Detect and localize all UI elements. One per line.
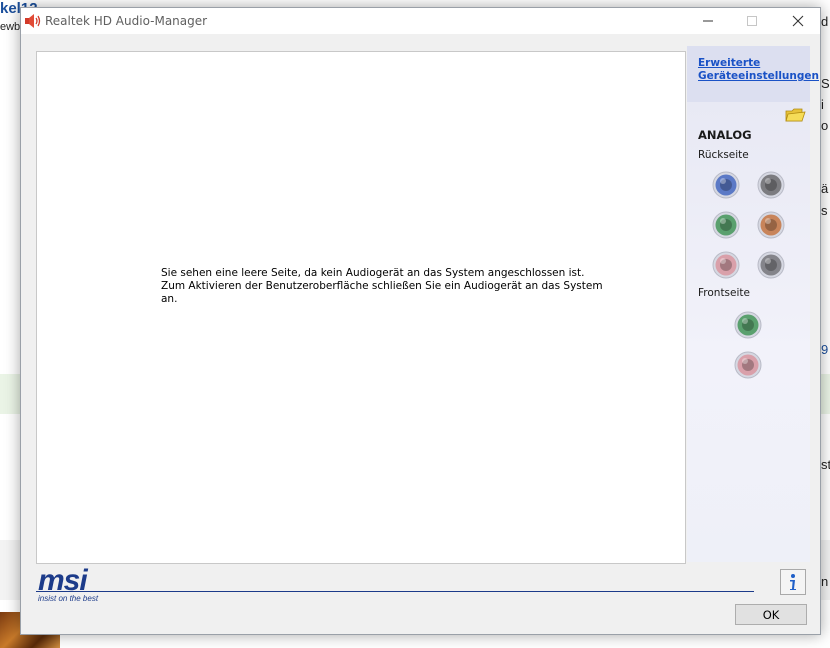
back-audio-jack[interactable] — [712, 171, 740, 199]
close-button[interactable] — [775, 8, 821, 34]
advanced-link-line1: Erweiterte — [698, 57, 761, 69]
back-panel-label: Rückseite — [698, 149, 749, 161]
back-audio-jack[interactable] — [712, 211, 740, 239]
no-device-message: Sie sehen eine leere Seite, da kein Audi… — [161, 267, 603, 306]
title-bar[interactable]: Realtek HD Audio-Manager — [21, 8, 820, 34]
minimize-button[interactable] — [685, 8, 731, 34]
bg-fragment: i — [821, 97, 824, 112]
close-icon — [792, 15, 804, 27]
front-audio-jack[interactable] — [734, 311, 762, 339]
bg-fragment: d — [821, 14, 829, 29]
speaker-icon — [25, 14, 41, 28]
message-line: an. — [161, 293, 178, 305]
front-panel-label: Frontseite — [698, 287, 750, 299]
device-content-panel: Sie sehen eine leere Seite, da kein Audi… — [36, 51, 686, 564]
audio-manager-window: Realtek HD Audio-Manager Sie sehen eine … — [20, 7, 821, 635]
info-icon — [790, 574, 796, 590]
bg-fragment: st — [821, 457, 830, 472]
msi-logo: msi insist on the best — [38, 564, 99, 603]
advanced-device-settings-link[interactable]: Erweiterte Geräteeinstellungen — [698, 57, 819, 83]
back-audio-jack[interactable] — [757, 251, 785, 279]
bg-fragment: S — [821, 76, 830, 91]
message-line: Sie sehen eine leere Seite, da kein Audi… — [161, 267, 585, 279]
bg-fragment: n — [821, 574, 829, 589]
svg-text:insist on the best: insist on the best — [38, 594, 99, 603]
folder-icon[interactable] — [784, 106, 806, 124]
back-audio-jack[interactable] — [757, 211, 785, 239]
bg-fragment: s a — [821, 203, 830, 218]
ok-button[interactable]: OK — [735, 604, 807, 625]
svg-text:msi: msi — [38, 564, 88, 597]
analog-section-title: ANALOG — [698, 128, 752, 142]
info-button[interactable] — [780, 569, 806, 595]
bg-fragment: 9 — [821, 342, 829, 357]
back-audio-jack[interactable] — [712, 251, 740, 279]
front-audio-jack[interactable] — [734, 351, 762, 379]
back-audio-jack[interactable] — [757, 171, 785, 199]
connector-sidebar: Erweiterte Geräteeinstellungen ANALOG Rü… — [687, 46, 819, 562]
minimize-icon — [703, 20, 713, 22]
maximize-button[interactable] — [731, 8, 777, 34]
maximize-icon — [747, 16, 757, 26]
message-line: Zum Aktivieren der Benutzeroberfläche sc… — [161, 280, 603, 292]
advanced-link-line2: Geräteeinstellungen — [698, 70, 819, 82]
bg-usersub: ewb — [0, 21, 21, 33]
bg-fragment: o — [821, 118, 829, 133]
window-title: Realtek HD Audio-Manager — [45, 14, 208, 28]
bg-fragment: ä — [821, 181, 829, 196]
footer-divider — [36, 591, 754, 592]
